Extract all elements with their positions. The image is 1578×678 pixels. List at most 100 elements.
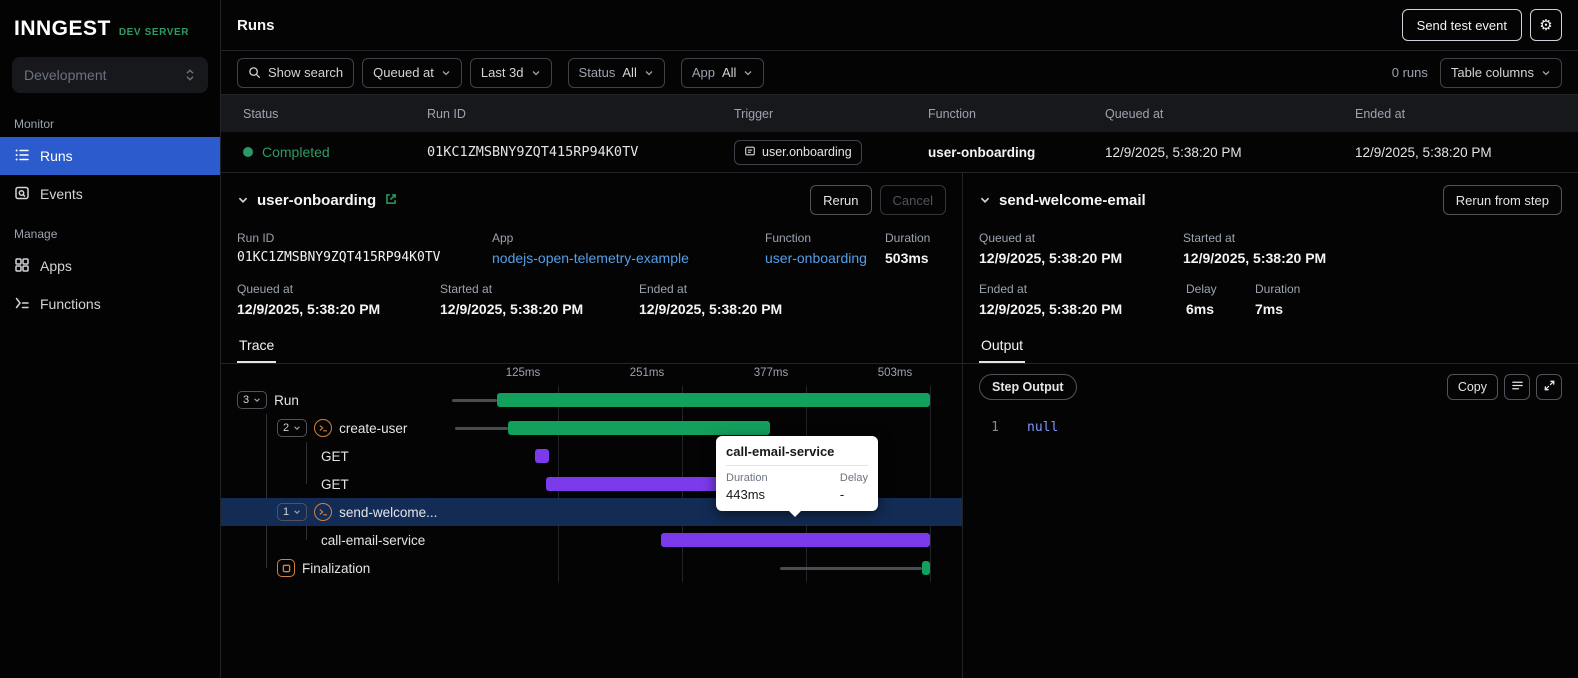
- show-search-button[interactable]: Show search: [237, 57, 355, 88]
- trace-row-label: create-user: [339, 420, 408, 436]
- run-id-cell: 01KC1ZMSBNY9ZQT415RP94K0TV: [427, 144, 639, 160]
- step-output-badge: Step Output: [979, 374, 1077, 400]
- tab-output[interactable]: Output: [979, 329, 1026, 363]
- step-meta-row-2: Ended at 12/9/2025, 5:38:20 PM Delay 6ms…: [963, 278, 1578, 329]
- trace-row-finalization[interactable]: Finalization: [221, 554, 962, 582]
- sidebar-item-runs[interactable]: Runs: [0, 137, 220, 175]
- trace-row-label: GET: [321, 448, 349, 464]
- step-ended-label: Ended at: [979, 282, 1028, 296]
- collapse-badge[interactable]: 2: [277, 419, 308, 437]
- queued-at-label: Queued at: [237, 282, 294, 296]
- sidebar-item-events[interactable]: Events: [0, 175, 220, 213]
- section-label-manage: Manage: [14, 227, 58, 241]
- step-run-icon: [314, 503, 333, 521]
- axis-tick: 251ms: [629, 367, 665, 379]
- step-meta-row-1: Queued at 12/9/2025, 5:38:20 PM Started …: [963, 227, 1578, 278]
- step-span-bar[interactable]: [508, 421, 770, 435]
- function-link[interactable]: user-onboarding: [765, 250, 885, 266]
- sidebar-item-apps[interactable]: Apps: [0, 247, 220, 285]
- tab-trace[interactable]: Trace: [237, 329, 277, 363]
- status-filter[interactable]: Status All: [567, 57, 665, 88]
- started-at-label: Started at: [440, 282, 493, 296]
- rerun-from-step-button[interactable]: Rerun from step: [1442, 185, 1562, 215]
- app-filter[interactable]: App All: [680, 57, 765, 88]
- col-header-run-id: Run ID: [427, 106, 466, 121]
- child-count: 2: [283, 422, 290, 434]
- tooltip-delay-value: -: [839, 487, 845, 502]
- apps-icon: [14, 257, 30, 276]
- started-at-value: 12/9/2025, 5:38:20 PM: [440, 301, 584, 317]
- run-meta-row-1: Run ID 01KC1ZMSBNY9ZQT415RP94K0TV App no…: [221, 227, 962, 278]
- finalization-span-bar[interactable]: [922, 561, 930, 575]
- run-detail-panel: user-onboarding Rerun Cancel Run ID 01KC…: [221, 173, 963, 678]
- line-number: 1: [991, 420, 999, 435]
- http-span-bar[interactable]: [535, 449, 549, 463]
- table-columns-button[interactable]: Table columns: [1439, 57, 1562, 88]
- child-count: 3: [243, 394, 250, 406]
- trigger-name: user.onboarding: [762, 145, 852, 159]
- app: INNGEST DEV SERVER Development Monitor R…: [0, 0, 1578, 678]
- external-link-icon[interactable]: [384, 192, 398, 209]
- function-cell: user-onboarding: [928, 144, 1036, 160]
- copy-button[interactable]: Copy: [1446, 374, 1498, 400]
- cancel-button[interactable]: Cancel: [879, 185, 946, 215]
- http-span-bar[interactable]: [661, 533, 930, 547]
- settings-button[interactable]: ⚙: [1530, 9, 1562, 41]
- run-span-bar[interactable]: [497, 393, 930, 407]
- send-test-event-button[interactable]: Send test event: [1401, 9, 1522, 41]
- ended-at-label: Ended at: [639, 282, 688, 296]
- queued-at-cell: 12/9/2025, 5:38:20 PM: [1105, 144, 1242, 160]
- queued-at-filter[interactable]: Queued at: [362, 57, 462, 88]
- chevron-down-icon: [743, 68, 753, 78]
- run-meta-row-2: Queued at 12/9/2025, 5:38:20 PM Started …: [221, 278, 962, 329]
- step-duration-label: Duration: [1255, 282, 1301, 296]
- expand-output-button[interactable]: [1536, 374, 1562, 400]
- sidebar-item-functions[interactable]: Functions: [0, 285, 220, 323]
- queued-at-label: Queued at: [373, 65, 434, 80]
- table-columns-label: Table columns: [1450, 65, 1534, 80]
- filter-right: 0 runs Table columns: [1392, 57, 1562, 88]
- time-range-filter[interactable]: Last 3d: [469, 57, 552, 88]
- environment-select[interactable]: Development: [12, 57, 208, 93]
- wrap-lines-button[interactable]: [1504, 374, 1530, 400]
- environment-value: Development: [24, 67, 107, 83]
- step-started-value: 12/9/2025, 5:38:20 PM: [1183, 250, 1327, 266]
- inngest-logo: INNGEST: [14, 17, 111, 40]
- trace-row-run[interactable]: 3 Run: [221, 386, 962, 414]
- run-actions: Rerun Cancel: [810, 185, 946, 215]
- run-title: user-onboarding: [257, 191, 377, 209]
- app-label: App: [492, 231, 514, 245]
- queue-line: [455, 427, 508, 430]
- duration-label: Duration: [885, 231, 931, 245]
- ended-at-cell: 12/9/2025, 5:38:20 PM: [1355, 144, 1492, 160]
- sidebar-item-label: Apps: [40, 258, 72, 274]
- chevron-up-down-icon: [184, 68, 196, 82]
- rerun-button[interactable]: Rerun: [810, 185, 872, 215]
- output-code: 1 null: [963, 410, 1578, 445]
- trigger-badge[interactable]: user.onboarding: [734, 139, 862, 165]
- runs-icon: [14, 147, 30, 166]
- time-range-label: Last 3d: [480, 65, 524, 80]
- topbar-actions: Send test event ⚙: [1401, 9, 1562, 41]
- tooltip-delay-label: Delay: [839, 472, 868, 484]
- table-row[interactable]: Completed 01KC1ZMSBNY9ZQT415RP94K0TV use…: [221, 132, 1578, 173]
- nav-group-manage: Manage Apps Functions: [0, 219, 220, 323]
- step-detail-header: send-welcome-email Rerun from step: [963, 173, 1578, 227]
- main: Runs Send test event ⚙ Show search Queue…: [221, 0, 1578, 678]
- col-header-status: Status: [243, 106, 279, 121]
- child-count: 1: [283, 506, 290, 518]
- collapse-badge[interactable]: 3: [237, 391, 268, 409]
- trace-waterfall: 125ms 251ms 377ms 503ms 3 Run 2 create-u…: [221, 364, 962, 678]
- sidebar-item-label: Events: [40, 186, 83, 202]
- duration-value: 503ms: [885, 250, 929, 266]
- dev-server-badge: DEV SERVER: [118, 27, 190, 38]
- trace-row-call-email-service[interactable]: call-email-service: [221, 526, 962, 554]
- status-dot: [243, 147, 253, 157]
- collapse-chevron-icon[interactable]: [979, 194, 991, 206]
- app-link[interactable]: nodejs-open-telemetry-example: [492, 250, 765, 266]
- span-tooltip: call-email-service Duration 443ms Delay …: [716, 436, 878, 517]
- collapse-badge[interactable]: 1: [277, 503, 308, 521]
- step-title: send-welcome-email: [999, 191, 1146, 209]
- run-id-label: Run ID: [237, 231, 275, 245]
- collapse-chevron-icon[interactable]: [237, 194, 249, 206]
